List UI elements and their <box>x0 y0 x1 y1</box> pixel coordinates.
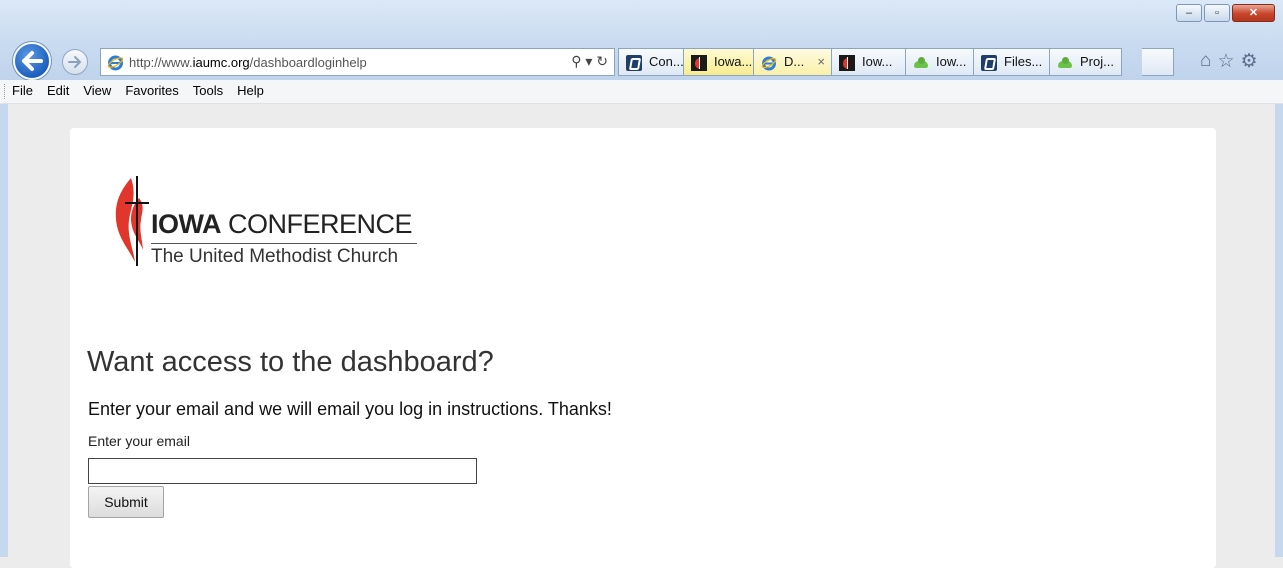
url-domain: iaumc.org <box>192 55 250 70</box>
umc-icon <box>691 55 707 71</box>
tab-strip: Con... Iowa... D... × Iow... Iow... File… <box>618 48 1122 76</box>
submit-button[interactable]: Submit <box>88 486 164 518</box>
page-instructions: Enter your email and we will email you l… <box>88 399 612 419</box>
page-viewport: IOWA CONFERENCE The United Methodist Chu… <box>8 104 1275 568</box>
menu-favorites[interactable]: Favorites <box>125 83 178 98</box>
email-label: Enter your email <box>88 433 190 449</box>
menu-edit[interactable]: Edit <box>47 83 69 98</box>
maximize-button[interactable]: ▫ <box>1204 4 1230 22</box>
cloud-icon <box>913 55 929 71</box>
window-frame-left <box>0 104 8 557</box>
url-prefix: http://www. <box>129 55 193 70</box>
window-controls: – ▫ ✕ <box>1174 4 1275 22</box>
arrow-left-icon <box>22 51 43 71</box>
browser-command-icons: ⌂ ☆ ⚙ <box>1200 50 1258 73</box>
umc-icon <box>839 55 855 71</box>
home-icon[interactable]: ⌂ <box>1200 50 1211 73</box>
menu-help[interactable]: Help <box>237 83 264 98</box>
gear-icon[interactable]: ⚙ <box>1241 50 1258 73</box>
cross-and-flame-icon <box>115 176 149 266</box>
favorites-star-icon[interactable]: ☆ <box>1217 50 1234 73</box>
email-input[interactable] <box>88 458 477 484</box>
menu-bar: File Edit View Favorites Tools Help <box>0 80 1283 104</box>
close-tab-icon[interactable]: × <box>817 49 825 75</box>
menu-file[interactable]: File <box>12 83 33 98</box>
menu-view[interactable]: View <box>83 83 111 98</box>
ie-icon <box>107 55 124 71</box>
tab-label: Iow... <box>862 54 893 69</box>
close-window-button[interactable]: ✕ <box>1232 4 1275 22</box>
search-dropdown-icon[interactable]: ⚲ ▾ <box>571 53 592 69</box>
address-url[interactable]: http://www.iaumc.org/dashboardloginhelp <box>129 55 367 70</box>
kq-icon <box>626 55 642 71</box>
page-heading: Want access to the dashboard? <box>87 346 494 378</box>
logo-divider <box>151 243 417 244</box>
tab-7[interactable]: Proj... <box>1050 48 1122 76</box>
tab-label: Files... <box>1004 54 1043 69</box>
url-path: /dashboardloginhelp <box>249 55 367 70</box>
tab-label: D... <box>784 54 805 69</box>
kq-icon <box>981 55 997 71</box>
tab-label: Con... <box>649 54 684 69</box>
tab-5[interactable]: Iow... <box>906 48 974 76</box>
tab-1[interactable]: Con... <box>618 48 684 76</box>
tab-3-active[interactable]: D... × <box>754 48 832 76</box>
forward-button[interactable] <box>62 49 88 75</box>
logo-org-name: IOWA CONFERENCE <box>151 209 413 240</box>
address-tools: ⚲ ▾ ↻ <box>571 53 608 70</box>
logo-org-rest: CONFERENCE <box>221 209 413 239</box>
address-bar[interactable]: http://www.iaumc.org/dashboardloginhelp … <box>100 48 615 76</box>
refresh-icon[interactable]: ↻ <box>596 53 608 69</box>
tab-label: Proj... <box>1080 54 1114 69</box>
content-card: IOWA CONFERENCE The United Methodist Chu… <box>70 128 1216 568</box>
tab-6[interactable]: Files... <box>974 48 1050 76</box>
logo-subtitle: The United Methodist Church <box>151 246 399 267</box>
tab-2[interactable]: Iowa... <box>684 48 754 76</box>
ie-icon <box>761 56 777 71</box>
arrow-right-icon <box>68 56 81 68</box>
back-button[interactable] <box>13 42 51 80</box>
minimize-button[interactable]: – <box>1176 4 1202 22</box>
tab-4[interactable]: Iow... <box>832 48 906 76</box>
cloud-icon <box>1057 55 1073 71</box>
window-titlebar: – ▫ ✕ http://www.iaumc.org/dashboardlogi… <box>0 0 1283 81</box>
tab-label: Iowa... <box>714 54 753 69</box>
window-frame-right <box>1275 104 1283 557</box>
toolbar-grip <box>4 84 8 99</box>
menu-tools[interactable]: Tools <box>193 83 223 98</box>
logo-org-bold: IOWA <box>151 209 222 239</box>
new-tab-button[interactable] <box>1142 48 1174 76</box>
tab-label: Iow... <box>936 54 967 69</box>
